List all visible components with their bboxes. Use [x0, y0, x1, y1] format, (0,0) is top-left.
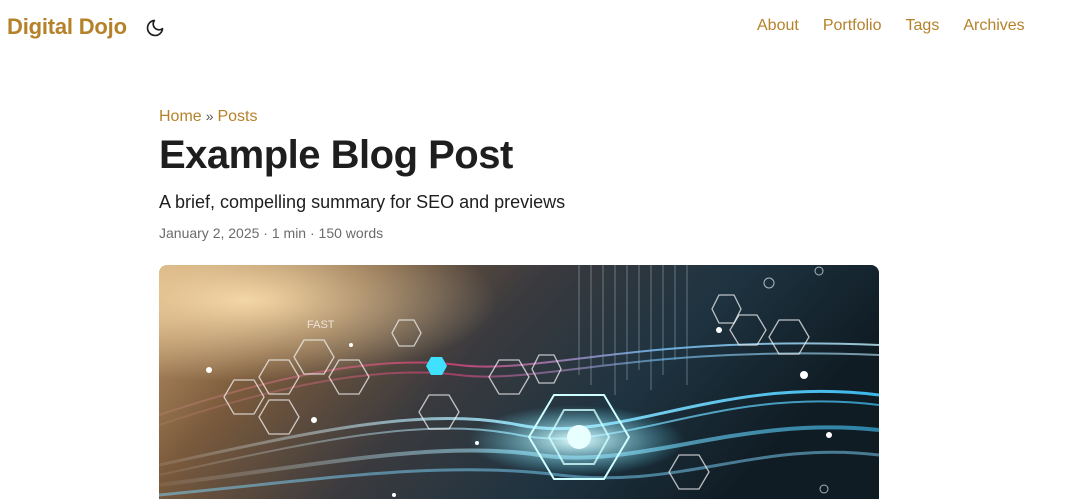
breadcrumb: Home» Posts [159, 108, 258, 126]
nav-archives[interactable]: Archives [963, 17, 1024, 35]
nav-about[interactable]: About [757, 17, 799, 35]
breadcrumb-home[interactable]: Home [159, 108, 202, 125]
reading-time: 1 min [271, 225, 307, 241]
nav-portfolio[interactable]: Portfolio [823, 17, 882, 35]
page-title: Example Blog Post [159, 133, 513, 177]
main-nav: About Portfolio Tags Archives [757, 17, 1049, 35]
moon-icon[interactable] [145, 18, 165, 38]
post-meta: January 2, 2025 · 1 min · 150 words [159, 225, 383, 241]
post-summary: A brief, compelling summary for SEO and … [159, 192, 566, 212]
cover-image-text: FAST [307, 319, 335, 331]
word-count: 150 words [318, 225, 384, 241]
meta-separator: · [263, 225, 268, 241]
nav-tags[interactable]: Tags [906, 17, 940, 35]
site-header: Digital Dojo About Portfolio Tags Archiv… [0, 0, 1070, 56]
breadcrumb-separator: » [205, 108, 214, 124]
breadcrumb-posts[interactable]: Posts [217, 108, 257, 125]
post-date: January 2, 2025 [159, 225, 260, 241]
meta-separator: · [309, 225, 315, 241]
cover-image: FAST [159, 265, 879, 499]
site-logo[interactable]: Digital Dojo [7, 14, 127, 40]
